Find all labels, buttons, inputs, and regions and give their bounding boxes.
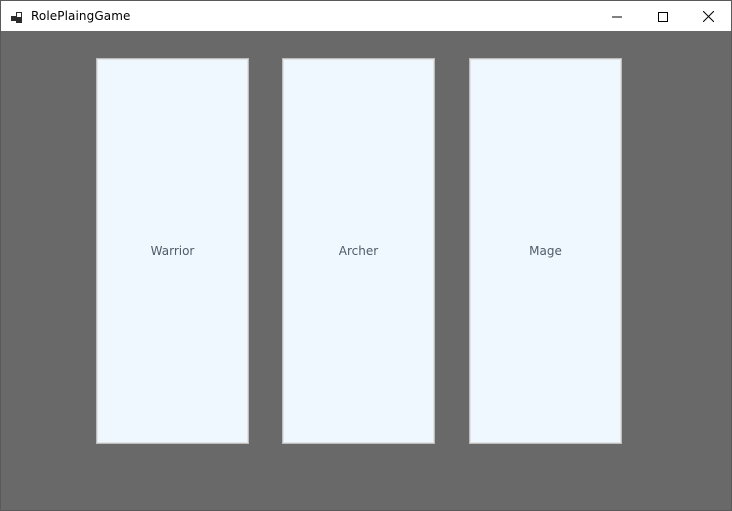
client-area: Warrior Archer Mage	[1, 31, 731, 510]
maximize-icon	[658, 7, 668, 26]
warrior-card-button[interactable]: Warrior	[96, 58, 249, 444]
mage-card-button[interactable]: Mage	[469, 58, 622, 444]
maximize-button[interactable]	[640, 1, 686, 31]
close-icon	[702, 7, 714, 26]
mage-label: Mage	[529, 244, 562, 258]
archer-label: Archer	[338, 244, 379, 258]
app-window-icon	[11, 9, 23, 23]
minimize-button[interactable]	[594, 1, 640, 31]
window-title: RolePlaingGame	[31, 9, 131, 23]
archer-card-button[interactable]: Archer	[282, 58, 435, 444]
warrior-label: Warrior	[150, 244, 195, 258]
app-window: RolePlaingGame Warrior Archer Mage	[0, 0, 732, 511]
close-button[interactable]	[685, 1, 731, 31]
title-bar[interactable]: RolePlaingGame	[1, 1, 731, 31]
minimize-icon	[612, 7, 622, 26]
